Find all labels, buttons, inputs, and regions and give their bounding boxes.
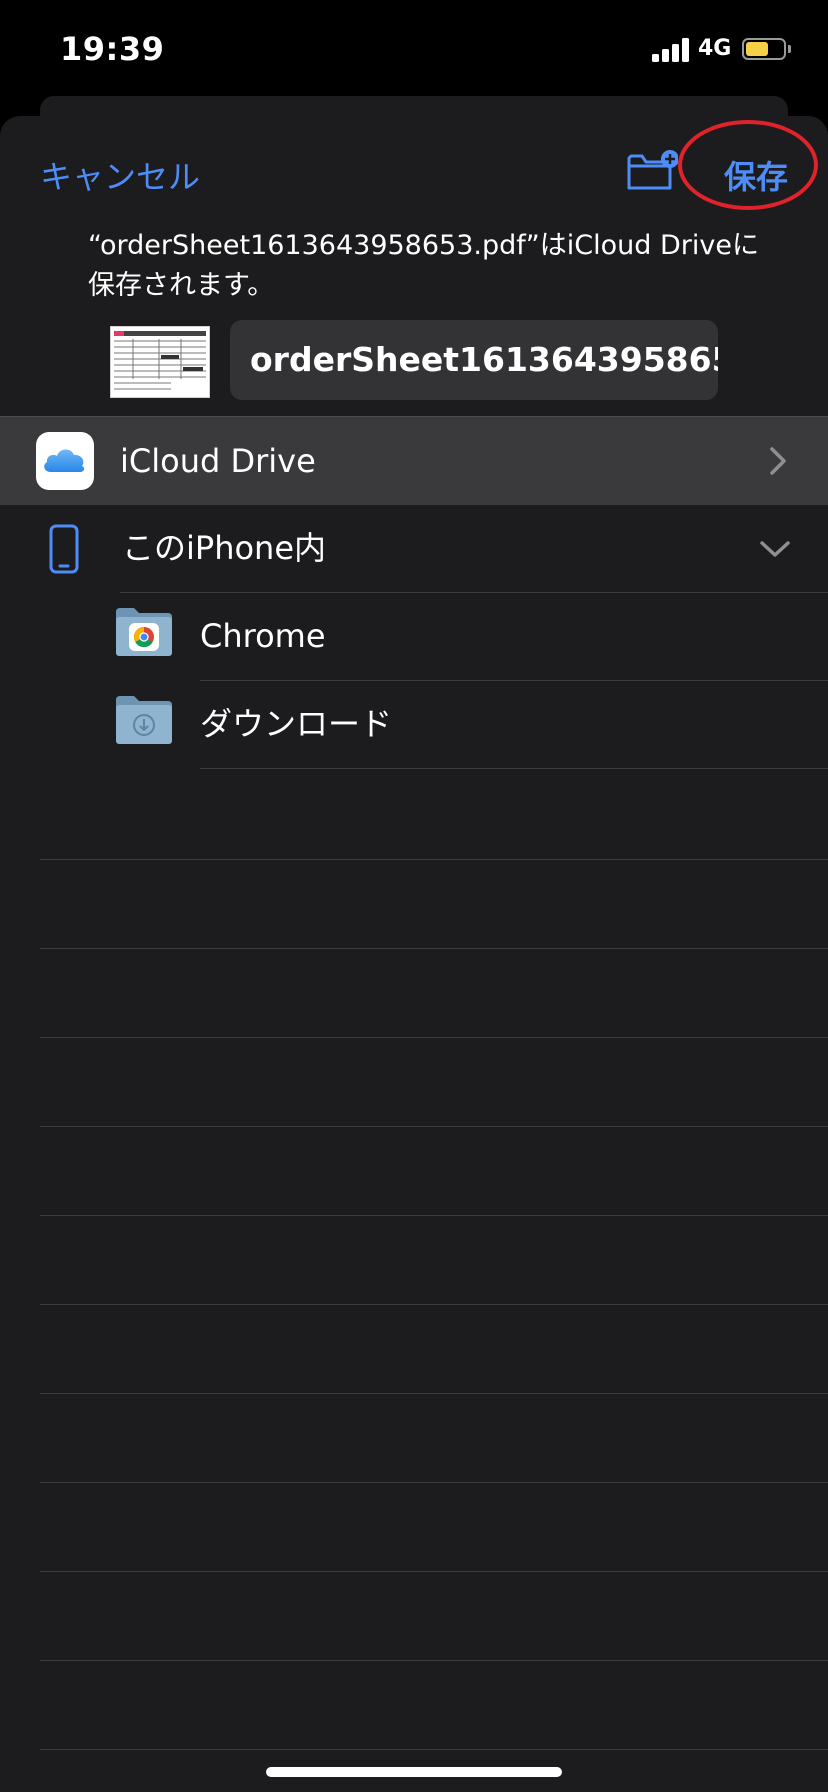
battery-level — [746, 42, 768, 56]
cancel-button[interactable]: キャンセル — [40, 152, 200, 198]
empty-row-separator — [40, 1571, 828, 1572]
empty-row-separator — [40, 1126, 828, 1127]
empty-row-separator — [40, 1393, 828, 1394]
chevron-down-icon[interactable] — [758, 538, 792, 560]
battery-icon — [742, 38, 786, 60]
location-label-on-my-iphone: このiPhone内 — [122, 529, 327, 567]
row-separator — [120, 592, 828, 593]
empty-row-separator — [40, 1304, 828, 1305]
document-thumbnail — [110, 326, 210, 398]
chevron-right-icon — [766, 445, 790, 477]
battery-tip — [788, 45, 791, 53]
chrome-folder-icon — [114, 606, 174, 658]
empty-row-separator — [40, 1215, 828, 1216]
iphone-icon — [48, 524, 82, 574]
file-name-input[interactable]: orderSheet1613643958653 — [230, 320, 718, 400]
status-bar: 19:39 4G — [0, 0, 828, 100]
empty-row-separator — [40, 1482, 828, 1483]
folder-label-chrome: Chrome — [200, 617, 326, 655]
row-separator — [200, 680, 828, 681]
location-row-icloud-drive[interactable]: iCloud Drive — [0, 416, 828, 505]
save-button[interactable]: 保存 — [724, 152, 788, 198]
icloud-icon — [36, 432, 94, 490]
empty-row-separator — [40, 1660, 828, 1661]
folder-row-chrome[interactable]: Chrome — [0, 592, 828, 680]
download-folder-icon — [114, 694, 174, 746]
location-label-icloud-drive: iCloud Drive — [120, 442, 316, 480]
save-area: 保存 — [678, 120, 826, 216]
new-folder-icon[interactable] — [626, 148, 679, 194]
folder-row-downloads[interactable]: ダウンロード — [0, 680, 828, 768]
empty-row-separator — [40, 859, 828, 860]
empty-row-separator — [40, 1749, 828, 1750]
empty-row-separator — [40, 948, 828, 949]
folder-label-downloads: ダウンロード — [200, 705, 393, 743]
save-message: “orderSheet1613643958653.pdf”はiCloud Dri… — [88, 230, 759, 301]
location-row-on-my-iphone[interactable]: このiPhone内 — [0, 504, 828, 592]
empty-row-separator — [40, 1037, 828, 1038]
save-sheet: キャンセル 保存 “orderSheet1613643958653.pdf”はi… — [0, 116, 828, 1792]
home-indicator[interactable] — [266, 1767, 562, 1777]
row-separator — [200, 768, 828, 769]
network-type: 4G — [698, 36, 732, 61]
cellular-signal-icon — [652, 38, 690, 62]
status-time: 19:39 — [60, 30, 165, 68]
